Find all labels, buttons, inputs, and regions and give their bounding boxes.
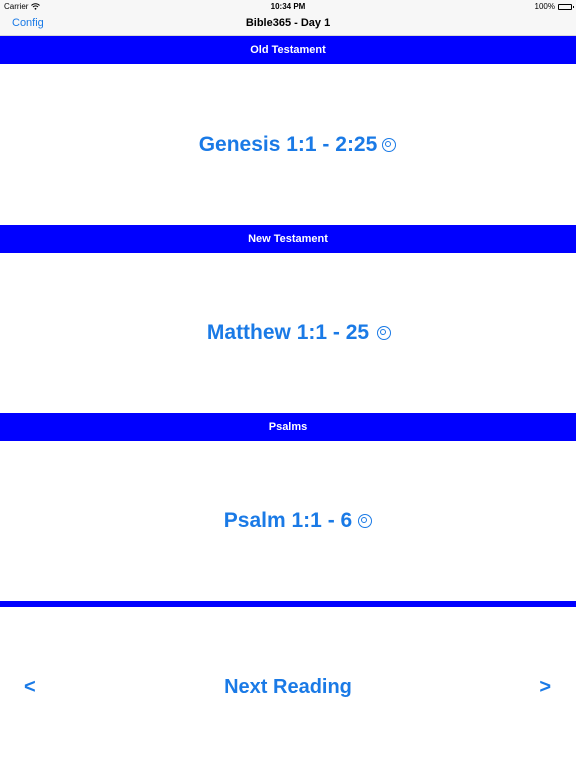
- unread-circle-icon[interactable]: [382, 138, 396, 152]
- next-day-button[interactable]: >: [539, 676, 551, 699]
- unread-circle-icon[interactable]: [358, 514, 372, 528]
- status-right: 100%: [534, 2, 574, 11]
- status-bar: Carrier 10:34 PM 100%: [0, 0, 576, 13]
- status-time: 10:34 PM: [270, 2, 306, 11]
- footer-navigation: < Next Reading >: [0, 672, 576, 704]
- reading-row-old-testament: Genesis 1:1 - 2:25: [0, 130, 576, 160]
- reading-row-new-testament: Matthew 1:1 - 25: [0, 318, 576, 348]
- page-title: Bible365 - Day 1: [245, 17, 331, 29]
- battery-icon: [558, 3, 574, 10]
- reading-link-old-testament[interactable]: Genesis 1:1 - 2:25: [199, 133, 378, 157]
- section-header-old-testament: Old Testament: [0, 36, 576, 64]
- section-header-psalms: Psalms: [0, 413, 576, 441]
- reading-row-psalms: Psalm 1:1 - 6: [0, 506, 576, 536]
- navigation-bar: Config Bible365 - Day 1: [0, 13, 576, 36]
- reading-link-new-testament[interactable]: Matthew 1:1 - 25: [207, 321, 369, 345]
- battery-percent: 100%: [534, 2, 555, 11]
- next-reading-button[interactable]: Next Reading: [224, 676, 352, 698]
- section-header-new-testament: New Testament: [0, 225, 576, 253]
- next-reading-container: Next Reading: [0, 676, 576, 699]
- footer-divider: [0, 601, 576, 607]
- unread-circle-icon[interactable]: [377, 326, 391, 340]
- reading-link-psalms[interactable]: Psalm 1:1 - 6: [224, 509, 352, 533]
